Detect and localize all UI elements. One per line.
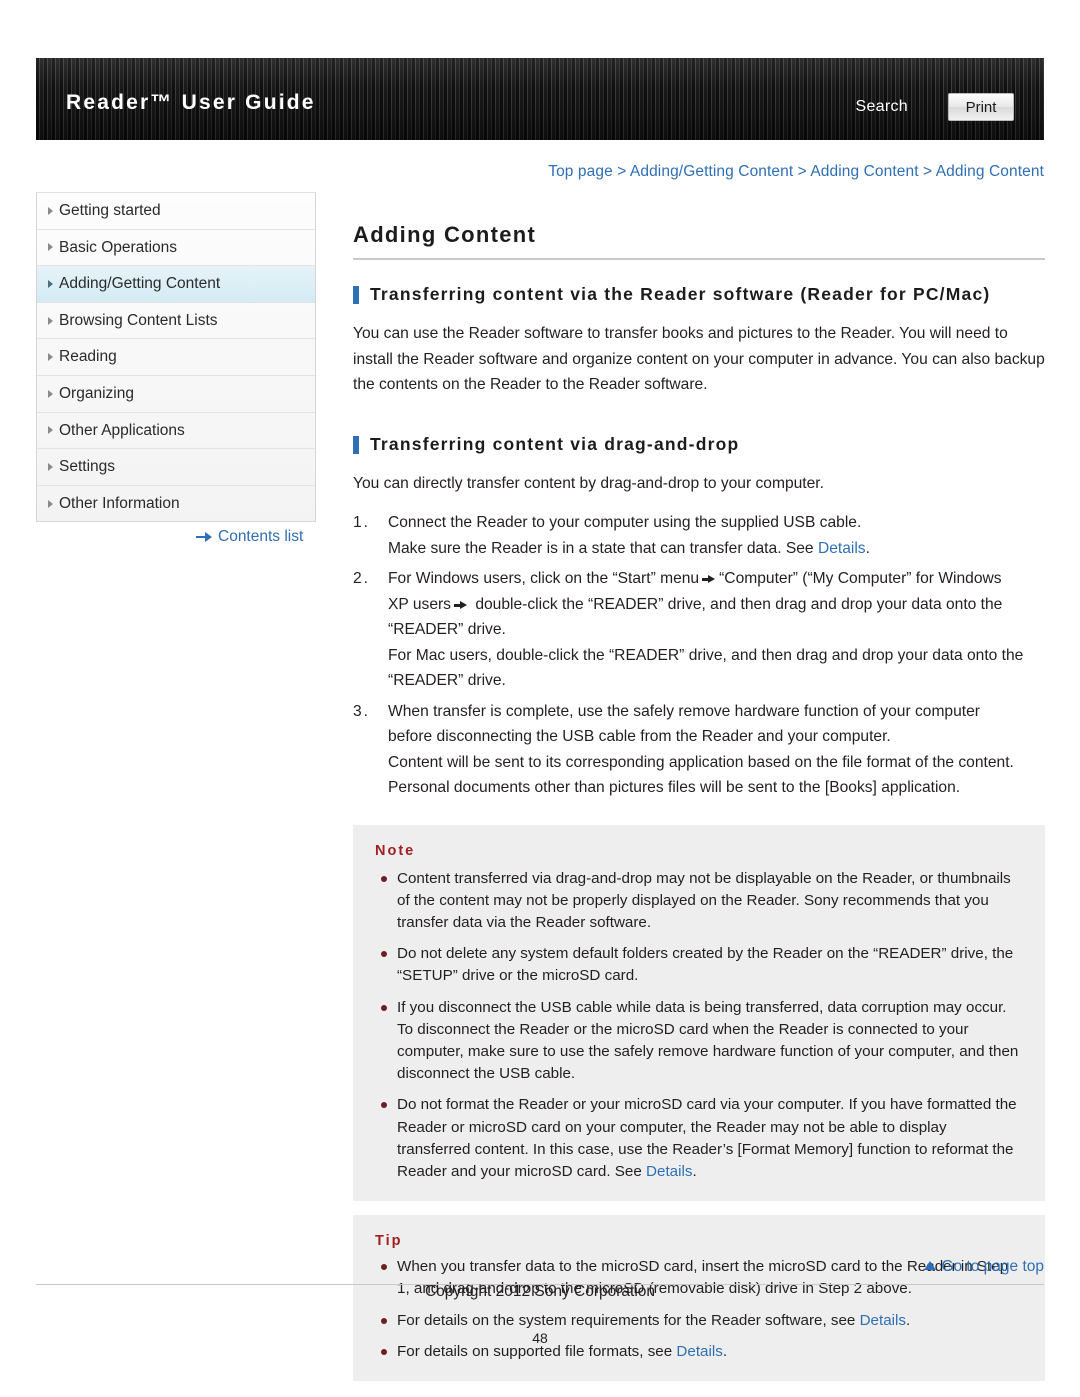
step-line: For Windows users, click on the “Start” … xyxy=(388,566,1045,592)
step-line: When transfer is complete, use the safel… xyxy=(388,702,980,720)
step-text: XP users xyxy=(388,595,451,613)
sidebar-item-other-applications[interactable]: Other Applications xyxy=(37,413,315,450)
section-paragraph-drag-and-drop: You can directly transfer content by dra… xyxy=(353,474,824,492)
step-number: 1. xyxy=(353,514,371,531)
note-bullet: If you disconnect the USB cable while da… xyxy=(375,997,1023,1086)
sidebar-item-label: Settings xyxy=(59,458,116,476)
step-text: For Windows users, click on the “Start” … xyxy=(388,570,700,587)
chevron-right-icon xyxy=(48,499,53,508)
sidebar-item-label: Reading xyxy=(59,348,117,366)
chevron-right-icon xyxy=(48,243,53,252)
copyright-text: Copyright 2012 Sony Corporation xyxy=(424,1283,656,1300)
chevron-right-icon xyxy=(48,426,53,435)
step-line: Make sure the Reader is in a state that … xyxy=(388,536,1045,562)
sidebar-item-browsing-content-lists[interactable]: Browsing Content Lists xyxy=(37,303,315,340)
sidebar-item-label: Other Applications xyxy=(59,421,185,439)
step-number: 2. xyxy=(353,570,371,587)
step-text: double-click the “READER” drive, and the… xyxy=(475,595,1003,613)
chevron-right-icon xyxy=(48,389,53,398)
tip-text: For details on the system requirements f… xyxy=(397,1311,860,1329)
sidebar-item-label: Getting started xyxy=(59,202,161,219)
section-heading-reader-software: Transferring content via the Reader soft… xyxy=(353,284,1045,305)
arrow-right-icon xyxy=(453,600,468,610)
chevron-right-icon xyxy=(48,462,53,471)
step-line: “READER” drive. xyxy=(388,621,506,638)
sidebar-nav: Getting started Basic Operations Adding/… xyxy=(36,192,316,523)
step-line: “READER” drive. xyxy=(388,672,506,689)
step-line: Content will be sent to its correspondin… xyxy=(388,753,1014,771)
details-link[interactable]: Details xyxy=(646,1163,692,1180)
go-to-page-top-link[interactable]: Go to page top xyxy=(924,1258,1044,1276)
sidebar-item-getting-started[interactable]: Getting started xyxy=(37,193,315,230)
sidebar-item-reading[interactable]: Reading xyxy=(37,339,315,376)
step-line: Connect the Reader to your computer usin… xyxy=(388,514,862,531)
app-header: Reader™ User Guide Search Print xyxy=(36,58,1044,140)
arrow-right-icon xyxy=(196,532,213,542)
step-text: Make sure the Reader is in a state that … xyxy=(388,539,818,557)
step-2: 2. For Windows users, click on the “Star… xyxy=(353,566,1045,694)
steps-list: 1. Connect the Reader to your computer u… xyxy=(353,510,1045,801)
sidebar-item-label: Browsing Content Lists xyxy=(59,311,218,329)
sidebar-item-organizing[interactable]: Organizing xyxy=(37,376,315,413)
note-bullet: Do not delete any system default folders… xyxy=(375,943,1023,987)
search-link[interactable]: Search xyxy=(856,98,909,116)
sidebar-item-basic-operations[interactable]: Basic Operations xyxy=(37,230,315,267)
note-label: Note xyxy=(375,842,416,859)
sidebar-item-label: Organizing xyxy=(59,384,134,402)
go-top-label: Go to page top xyxy=(941,1258,1044,1275)
step-text: . xyxy=(865,539,870,557)
tip-text: . xyxy=(906,1311,911,1329)
chevron-right-icon xyxy=(48,206,53,215)
section-heading-drag-and-drop: Transferring content via drag-and-drop xyxy=(353,434,1045,455)
sidebar-item-label: Adding/Getting Content xyxy=(59,275,221,293)
main-content: Adding Content Transferring content via … xyxy=(353,222,1045,1381)
breadcrumb[interactable]: Top page > Adding/Getting Content > Addi… xyxy=(353,163,1044,181)
chevron-right-icon xyxy=(48,353,53,362)
step-1: 1. Connect the Reader to your computer u… xyxy=(353,510,1045,561)
tip-label: Tip xyxy=(375,1233,403,1250)
sidebar-item-adding-getting-content[interactable]: Adding/Getting Content xyxy=(37,266,315,303)
section-paragraph-reader-software: You can use the Reader software to trans… xyxy=(353,325,1045,393)
page-number: 48 xyxy=(532,1330,548,1346)
step-text: “Computer” (“My Computer” for Windows xyxy=(719,570,1002,587)
page-title: Adding Content xyxy=(353,222,1045,260)
details-link[interactable]: Details xyxy=(860,1312,906,1329)
note-text: Do not format the Reader or your microSD… xyxy=(397,1096,1017,1180)
sidebar-item-settings[interactable]: Settings xyxy=(37,449,315,486)
chevron-right-icon xyxy=(48,316,53,325)
tip-bullet: For details on the system requirements f… xyxy=(375,1310,1023,1332)
arrow-right-icon xyxy=(702,575,716,584)
step-line: before disconnecting the USB cable from … xyxy=(388,728,891,745)
app-title: Reader™ User Guide xyxy=(66,91,316,114)
triangle-up-icon xyxy=(924,1261,937,1270)
note-text: . xyxy=(692,1162,697,1180)
contents-list-link[interactable]: Contents list xyxy=(196,528,303,546)
chevron-right-icon xyxy=(48,279,53,288)
step-3: 3. When transfer is complete, use the sa… xyxy=(353,699,1045,801)
step-line: Personal documents other than pictures f… xyxy=(388,779,961,796)
contents-list-label: Contents list xyxy=(218,528,304,545)
sidebar-item-label: Basic Operations xyxy=(59,238,178,256)
details-link[interactable]: Details xyxy=(818,540,866,557)
note-bullet: Content transferred via drag-and-drop ma… xyxy=(375,868,1023,935)
sidebar-item-label: Other Information xyxy=(59,494,180,512)
note-bullet: Do not format the Reader or your microSD… xyxy=(375,1094,1023,1183)
print-button[interactable]: Print xyxy=(948,93,1014,121)
step-line: XP users double-click the “READER” drive… xyxy=(388,592,1045,618)
step-number: 3. xyxy=(353,702,371,720)
step-line: For Mac users, double-click the “READER”… xyxy=(388,646,1024,664)
sidebar-item-other-information[interactable]: Other Information xyxy=(37,486,315,522)
note-box: Note Content transferred via drag-and-dr… xyxy=(353,824,1045,1202)
